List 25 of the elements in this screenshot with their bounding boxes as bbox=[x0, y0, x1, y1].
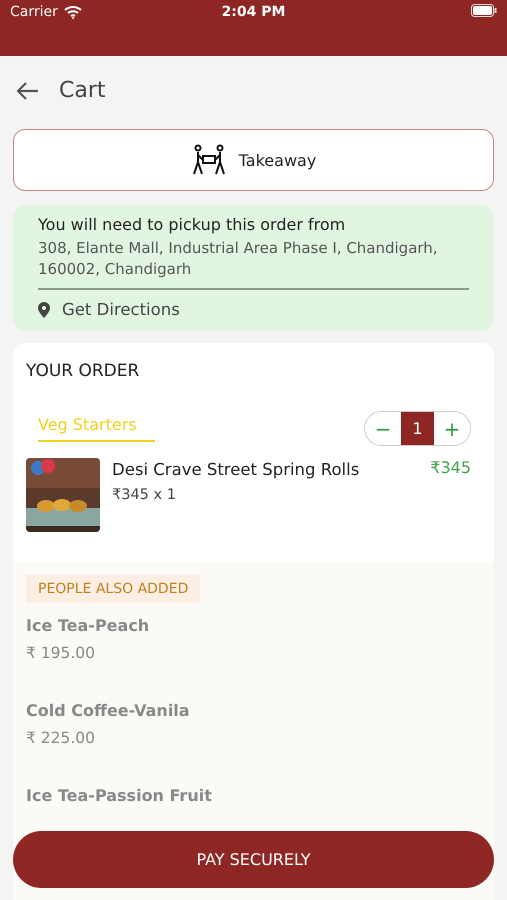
carrier-label: Carrier bbox=[10, 4, 58, 20]
people-carrying-icon bbox=[190, 144, 227, 176]
suggestion-price: ₹ 225.00 bbox=[26, 729, 96, 747]
suggestion-name[interactable]: Ice Tea-Passion Fruit bbox=[26, 786, 212, 805]
status-time: 2:04 PM bbox=[222, 4, 286, 20]
page-title: Cart bbox=[59, 78, 106, 103]
suggestion-name[interactable]: Ice Tea-Peach bbox=[26, 616, 150, 635]
item-total: ₹345 bbox=[430, 458, 471, 479]
get-directions-link[interactable]: Get Directions bbox=[38, 300, 469, 319]
order-title: YOUR ORDER bbox=[26, 361, 140, 381]
item-name: Desi Crave Street Spring Rolls bbox=[112, 460, 360, 479]
back-icon[interactable] bbox=[17, 82, 39, 100]
item-unit-price: ₹345 x 1 bbox=[112, 487, 177, 503]
suggestion-name[interactable]: Cold Coffee-Vanila bbox=[26, 701, 190, 720]
pay-button[interactable]: PAY SECURELY bbox=[13, 831, 494, 888]
quantity-value: 1 bbox=[401, 412, 434, 445]
suggestions-title: PEOPLE ALSO ADDED bbox=[26, 575, 200, 603]
location-pin-icon bbox=[38, 302, 50, 318]
takeaway-option[interactable]: Takeaway bbox=[13, 129, 494, 191]
category-label: Veg Starters bbox=[38, 415, 155, 442]
pickup-heading: You will need to pickup this order from bbox=[38, 215, 346, 234]
battery-icon bbox=[471, 4, 498, 17]
wifi-icon bbox=[64, 5, 82, 19]
pickup-address: 308, Elante Mall, Industrial Area Phase I, Chandigarh, 160002, Chandigarh bbox=[38, 238, 469, 290]
suggestion-price: ₹ 195.00 bbox=[26, 644, 96, 662]
